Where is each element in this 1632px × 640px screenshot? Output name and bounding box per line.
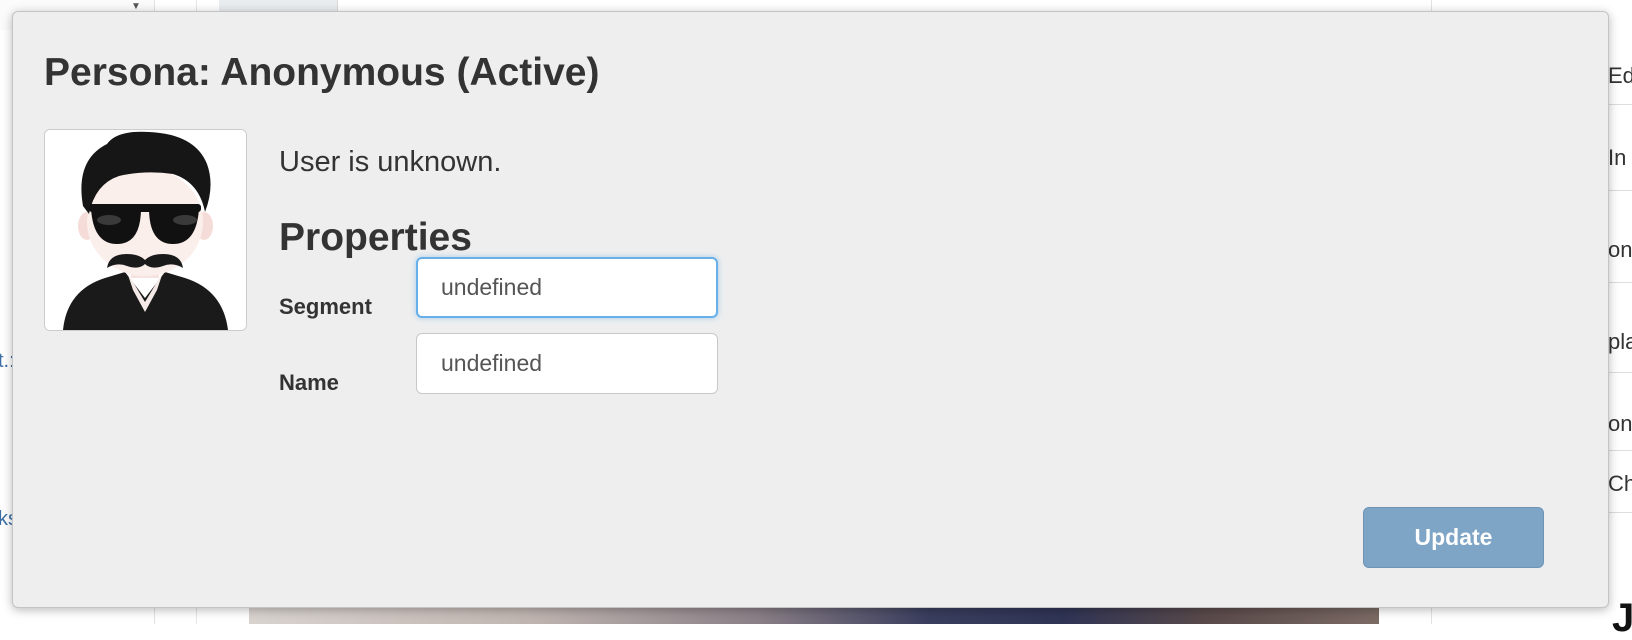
update-button[interactable]: Update [1363, 507, 1544, 568]
name-label: Name [279, 370, 339, 395]
background-menu-item: In [1608, 145, 1627, 170]
background-menu-item: pla [1608, 329, 1632, 354]
persona-dialog: Persona: Anonymous (Active) User is unkn… [12, 11, 1609, 608]
background-menu-item: on [1608, 411, 1632, 436]
segment-input[interactable] [416, 257, 718, 318]
name-input[interactable] [416, 333, 718, 394]
background-menu-item: on [1608, 237, 1632, 262]
persona-avatar [44, 129, 247, 331]
segment-label: Segment [279, 294, 372, 319]
background-menu-item: Ed [1608, 63, 1632, 88]
background-menu-item: Ch [1608, 471, 1632, 496]
background-glyph: J [1612, 596, 1632, 640]
anonymous-avatar-icon [45, 130, 246, 330]
properties-heading: Properties [279, 216, 472, 259]
persona-status: User is unknown. [279, 146, 502, 178]
dialog-title: Persona: Anonymous (Active) [44, 51, 600, 94]
